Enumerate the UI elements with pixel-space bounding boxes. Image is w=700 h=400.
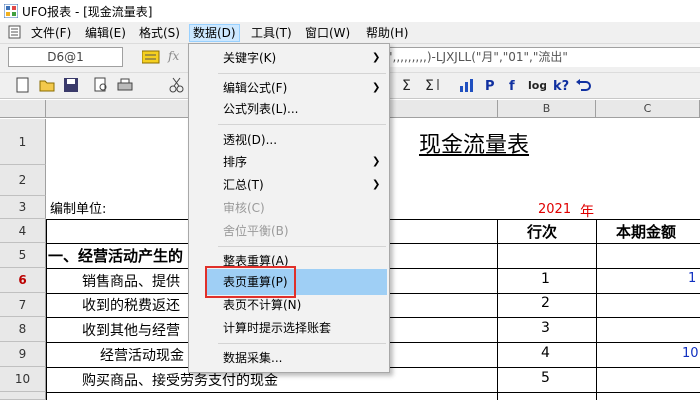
submenu-arrow-icon: ❯ bbox=[372, 179, 381, 190]
sum-row-icon[interactable]: Σ bbox=[424, 76, 442, 94]
menu-item-audit: 审核(C) bbox=[223, 201, 265, 215]
year-value: 2021 bbox=[538, 202, 572, 217]
sum-column-icon[interactable]: Σ bbox=[400, 76, 418, 94]
cut-icon[interactable] bbox=[168, 76, 186, 94]
menu-tools[interactable]: 工具(T) bbox=[248, 25, 295, 41]
menu-item-pivot[interactable]: 透视(D)... bbox=[223, 130, 383, 150]
row-header-4[interactable]: 4 bbox=[0, 219, 46, 243]
menu-item-summary[interactable]: 汇总(T) bbox=[223, 175, 383, 195]
svg-text:P: P bbox=[485, 79, 495, 94]
line-no-5[interactable]: 5 bbox=[541, 370, 550, 386]
sheet-title: 现金流量表 bbox=[419, 133, 530, 158]
open-folder-icon[interactable] bbox=[38, 76, 56, 94]
function-wizard-icon[interactable] bbox=[142, 50, 160, 64]
menu-file[interactable]: 文件(F) bbox=[28, 25, 74, 41]
menu-help[interactable]: 帮助(H) bbox=[363, 25, 411, 41]
menu-item-formula-list[interactable]: 公式列表(L)... bbox=[223, 99, 383, 119]
row8-label[interactable]: 收到其他与经营 bbox=[82, 320, 180, 340]
line-no-4[interactable]: 4 bbox=[541, 345, 550, 361]
year-label: 年 bbox=[580, 204, 594, 220]
function-icon[interactable]: f bbox=[506, 76, 524, 94]
row7-label[interactable]: 收到的税费返还 bbox=[82, 295, 180, 315]
column-header-c[interactable]: C bbox=[596, 100, 700, 118]
row-header-1[interactable]: 1 bbox=[0, 119, 46, 165]
row-header-11[interactable] bbox=[0, 392, 46, 400]
row6-value[interactable]: 1 bbox=[688, 271, 696, 286]
line-no-1[interactable]: 1 bbox=[541, 271, 550, 287]
corner-cell[interactable] bbox=[0, 100, 46, 118]
chart-wizard-icon[interactable] bbox=[458, 76, 476, 94]
row9-value[interactable]: 10 bbox=[682, 346, 699, 361]
row-header-6[interactable]: 6 bbox=[0, 268, 46, 293]
row-header-9[interactable]: 9 bbox=[0, 342, 46, 367]
window-title: UFO报表 - [现金流量表] bbox=[22, 5, 153, 19]
svg-text:f: f bbox=[509, 79, 515, 94]
menu-item-edit-formula[interactable]: 编辑公式(F) bbox=[223, 78, 383, 98]
grid-line bbox=[497, 219, 498, 400]
menu-separator bbox=[218, 73, 386, 74]
row-header-10[interactable]: 10 bbox=[0, 367, 46, 392]
header-current-amount: 本期金额 bbox=[616, 223, 677, 241]
row10-label[interactable]: 购买商品、接受劳务支付的现金 bbox=[82, 370, 278, 390]
column-header-b[interactable]: B bbox=[498, 100, 596, 118]
grid-line bbox=[46, 219, 47, 400]
submenu-arrow-icon: ❯ bbox=[372, 156, 381, 167]
menu-separator bbox=[218, 124, 386, 125]
cell-reference-box[interactable]: D6@1 bbox=[8, 47, 123, 67]
title-bar: UFO报表 - [现金流量表] bbox=[0, 0, 700, 22]
menu-separator bbox=[218, 343, 386, 344]
menu-item-keyword[interactable]: 关键字(K) bbox=[223, 48, 383, 68]
menu-item-sort[interactable]: 排序 bbox=[223, 152, 383, 172]
fx-icon[interactable]: fx bbox=[168, 49, 179, 63]
save-icon[interactable] bbox=[62, 76, 80, 94]
header-line-no: 行次 bbox=[527, 223, 558, 241]
submenu-arrow-icon: ❯ bbox=[372, 82, 381, 93]
undo-icon[interactable] bbox=[574, 76, 592, 94]
menu-item-rounding-balance: 舍位平衡(B) bbox=[223, 224, 289, 238]
line-no-3[interactable]: 3 bbox=[541, 320, 550, 336]
svg-text:Σ: Σ bbox=[425, 78, 434, 94]
grid-line bbox=[46, 392, 700, 393]
row6-label[interactable]: 销售商品、提供 bbox=[82, 271, 180, 291]
menu-edit[interactable]: 编辑(E) bbox=[82, 25, 129, 41]
menu-window[interactable]: 窗口(W) bbox=[302, 25, 353, 41]
menu-separator bbox=[218, 246, 386, 247]
svg-text:Σ: Σ bbox=[402, 78, 411, 94]
document-icon bbox=[8, 25, 21, 39]
log-icon[interactable]: log bbox=[528, 76, 546, 94]
menu-format[interactable]: 格式(S) bbox=[136, 25, 183, 41]
menu-item-data-collect[interactable]: 数据采集... bbox=[223, 348, 383, 368]
line-no-2[interactable]: 2 bbox=[541, 295, 550, 311]
app-icon bbox=[3, 3, 19, 19]
menu-data[interactable]: 数据(D) bbox=[189, 24, 240, 42]
print-icon[interactable] bbox=[116, 76, 134, 94]
menu-item-page-no-calc[interactable]: 表页不计算(N) bbox=[223, 295, 383, 315]
new-file-icon[interactable] bbox=[14, 76, 32, 94]
section-operating: 一、经营活动产生的 bbox=[48, 247, 184, 265]
unit-label: 编制单位: bbox=[50, 202, 107, 217]
highlight-annotation-box bbox=[205, 266, 296, 298]
print-preview-icon[interactable] bbox=[92, 76, 110, 94]
svg-text:log: log bbox=[528, 79, 546, 92]
row-header-8[interactable]: 8 bbox=[0, 317, 46, 342]
menu-item-prompt-account[interactable]: 计算时提示选择账套 bbox=[223, 318, 383, 338]
grid-line bbox=[596, 219, 597, 400]
row-header-5[interactable]: 5 bbox=[0, 243, 46, 268]
row-header-3[interactable]: 3 bbox=[0, 196, 46, 219]
row9-label[interactable]: 经营活动现金 bbox=[100, 345, 184, 365]
menu-bar: 文件(F) 编辑(E) 格式(S) 数据(D) 工具(T) 窗口(W) 帮助(H… bbox=[0, 22, 700, 44]
row-header-7[interactable]: 7 bbox=[0, 293, 46, 317]
p-function-icon[interactable]: P bbox=[482, 76, 500, 94]
submenu-arrow-icon: ❯ bbox=[372, 52, 381, 63]
help-pointer-icon[interactable]: k? bbox=[552, 76, 570, 94]
row-header-2[interactable]: 2 bbox=[0, 165, 46, 196]
svg-text:k?: k? bbox=[553, 79, 569, 94]
formula-input[interactable]: 入",,,,,,,,,)-LJXJLL("月","01","流出" bbox=[373, 47, 700, 67]
